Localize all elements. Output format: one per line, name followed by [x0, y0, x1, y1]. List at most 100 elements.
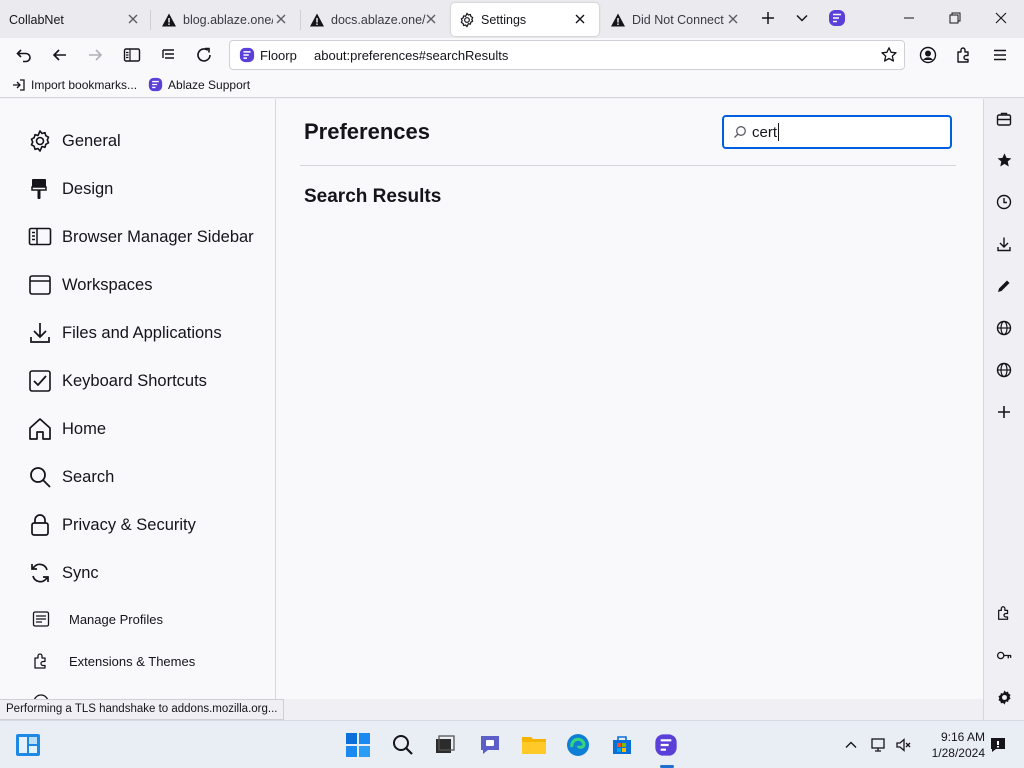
category-search[interactable]: Search: [28, 465, 114, 489]
category-workspaces[interactable]: Workspaces: [28, 273, 152, 297]
search-icon[interactable]: [390, 732, 416, 758]
tab-title: Did Not Connect: [632, 12, 724, 27]
tab-docs[interactable]: docs.ablaze.one/: [302, 3, 448, 36]
category-sync[interactable]: Sync: [28, 561, 99, 585]
browser-manager-sidebar: [983, 99, 1024, 720]
history-icon[interactable]: [994, 192, 1014, 212]
globe-icon[interactable]: [994, 360, 1014, 380]
search-icon: [733, 125, 747, 139]
add-panel-button[interactable]: [994, 402, 1014, 422]
tab-blog[interactable]: blog.ablaze.one/3: [152, 3, 298, 36]
manage-profiles-link[interactable]: Manage Profiles: [32, 610, 163, 628]
star-icon[interactable]: [994, 150, 1014, 170]
subcategory-label: Extensions & Themes: [69, 653, 196, 669]
warning-icon: [610, 12, 626, 28]
floorp-taskbar-icon[interactable]: [653, 732, 679, 758]
close-icon[interactable]: [424, 12, 438, 26]
teams-chat-icon[interactable]: [477, 732, 503, 758]
extensions-themes-link[interactable]: Extensions & Themes: [32, 652, 195, 670]
tab-did-not-connect[interactable]: Did Not Connect: [602, 3, 750, 36]
edge-browser-icon[interactable]: [565, 732, 591, 758]
gear-icon[interactable]: [994, 687, 1014, 707]
list-all-tabs-button[interactable]: [786, 0, 818, 36]
close-icon: [995, 12, 1007, 24]
category-keyboard-shortcuts[interactable]: Keyboard Shortcuts: [28, 369, 207, 393]
pencil-icon[interactable]: [994, 276, 1014, 296]
briefcase-icon[interactable]: [994, 109, 1014, 129]
clock-time: 9:16 AM: [940, 730, 985, 744]
sidebar-toggle-button[interactable]: [117, 41, 147, 69]
plus-icon: [998, 406, 1010, 418]
url-bar[interactable]: Floorp about:preferences#searchResults: [229, 40, 905, 70]
globe-icon[interactable]: [994, 318, 1014, 338]
preferences-content: General Design Browser Manager Sidebar W…: [0, 99, 983, 699]
tab-collabnet[interactable]: CollabNet: [0, 3, 150, 36]
clock-date: 1/28/2024: [931, 746, 985, 760]
tab-settings[interactable]: Settings: [451, 3, 599, 36]
identity-box[interactable]: Floorp: [230, 47, 308, 63]
close-window-button[interactable]: [978, 0, 1024, 36]
close-icon[interactable]: [573, 12, 587, 26]
category-home[interactable]: Home: [28, 417, 106, 441]
start-menu-icon[interactable]: [345, 732, 371, 758]
lock-icon: [28, 513, 52, 537]
import-icon: [13, 78, 25, 91]
arrow-left-icon: [52, 49, 66, 61]
restore-button[interactable]: [932, 0, 978, 36]
network-icon[interactable]: [869, 735, 889, 755]
category-label: Browser Manager Sidebar: [62, 227, 254, 246]
category-files-and-applications[interactable]: Files and Applications: [28, 321, 222, 345]
task-view-icon[interactable]: [432, 732, 458, 758]
download-icon: [28, 321, 52, 345]
minimize-icon: [904, 17, 914, 19]
url-text[interactable]: about:preferences#searchResults: [314, 48, 508, 63]
volume-muted-icon[interactable]: [894, 735, 914, 755]
file-explorer-icon[interactable]: [521, 732, 547, 758]
close-icon[interactable]: [726, 12, 740, 26]
category-design[interactable]: Design: [28, 177, 113, 201]
reload-icon: [197, 47, 211, 62]
category-general[interactable]: General: [28, 129, 121, 153]
category-label: Search: [62, 467, 115, 486]
back-button[interactable]: [45, 41, 75, 69]
account-icon: [919, 46, 937, 64]
widgets-icon[interactable]: [15, 732, 41, 758]
chevron-up-icon[interactable]: [841, 735, 861, 755]
download-icon[interactable]: [994, 234, 1014, 254]
tab-title: CollabNet: [9, 12, 64, 27]
windows-taskbar: 9:16 AM 1/28/2024: [0, 720, 1024, 768]
system-clock[interactable]: 9:16 AM 1/28/2024: [921, 729, 985, 761]
microsoft-store-icon[interactable]: [609, 732, 635, 758]
arrow-right-icon: [89, 49, 103, 61]
account-button[interactable]: [913, 41, 943, 69]
close-icon[interactable]: [274, 12, 288, 26]
minimize-button[interactable]: [886, 0, 932, 36]
reload-button[interactable]: [189, 41, 219, 69]
text-caret: [778, 123, 780, 141]
search-icon: [28, 465, 52, 489]
category-label: Files and Applications: [62, 323, 222, 342]
bookmark-import[interactable]: Import bookmarks...: [12, 78, 137, 92]
key-icon[interactable]: [994, 645, 1014, 665]
floorp-logo-icon[interactable]: [821, 0, 853, 36]
bookmark-star-icon[interactable]: [880, 46, 898, 64]
tab-separator: [300, 10, 301, 30]
undo-close-tab-button[interactable]: [9, 41, 39, 69]
bookmark-ablaze-support[interactable]: Ablaze Support: [148, 77, 250, 92]
tree-style-tab-button[interactable]: [153, 41, 183, 69]
category-privacy-security[interactable]: Privacy & Security: [28, 513, 196, 537]
app-menu-button[interactable]: [985, 41, 1015, 69]
category-browser-manager-sidebar[interactable]: Browser Manager Sidebar: [28, 225, 254, 249]
preferences-search-input[interactable]: cert: [722, 115, 952, 149]
floorp-logo-icon: [148, 77, 163, 92]
search-value: cert: [752, 123, 778, 141]
new-tab-button[interactable]: [752, 0, 784, 36]
close-icon[interactable]: [126, 12, 140, 26]
forward-button[interactable]: [80, 41, 110, 69]
extensions-button[interactable]: [949, 41, 979, 69]
tab-title: Settings: [481, 12, 527, 27]
notification-icon[interactable]: [988, 735, 1008, 755]
puzzle-icon[interactable]: [994, 603, 1014, 623]
sidebar-icon: [28, 225, 52, 249]
warning-icon: [161, 12, 177, 28]
